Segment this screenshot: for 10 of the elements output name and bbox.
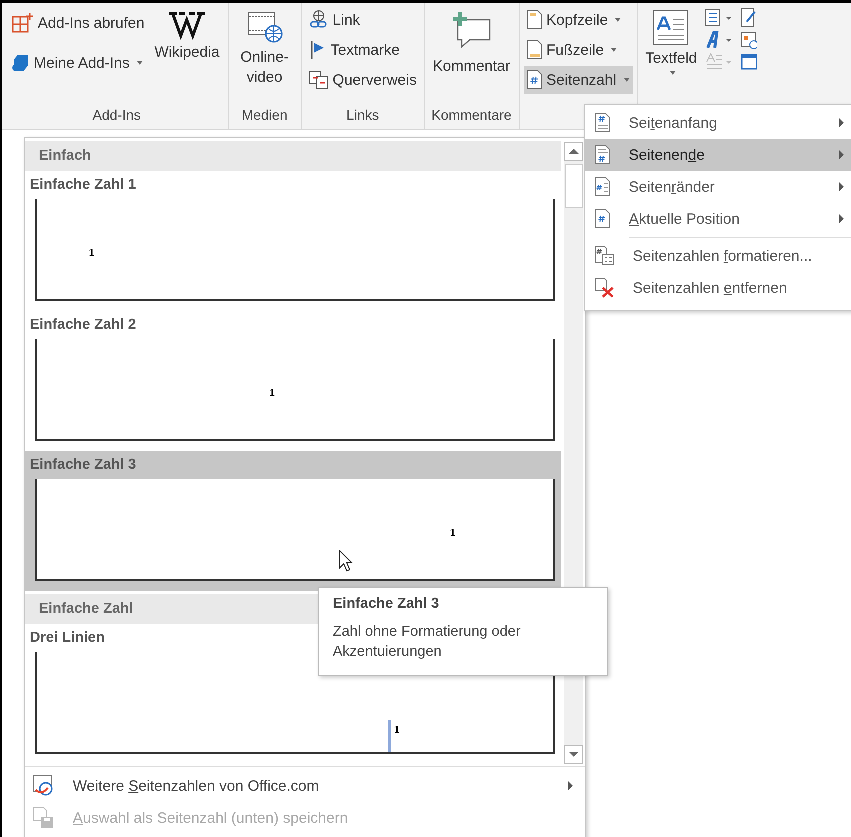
- group-label: Links: [346, 107, 380, 125]
- tooltip-title: Einfache Zahl 3: [333, 596, 440, 612]
- group-label: Kommentare: [430, 107, 513, 125]
- page-number: 1: [450, 529, 456, 539]
- page-number: 1: [88, 249, 95, 259]
- page-number: 1: [269, 389, 276, 399]
- page-number: 1: [394, 726, 400, 736]
- group-label: Medien: [240, 107, 289, 125]
- gallery-section-header: Einfach: [25, 141, 561, 171]
- group-label: Add-Ins: [92, 107, 142, 125]
